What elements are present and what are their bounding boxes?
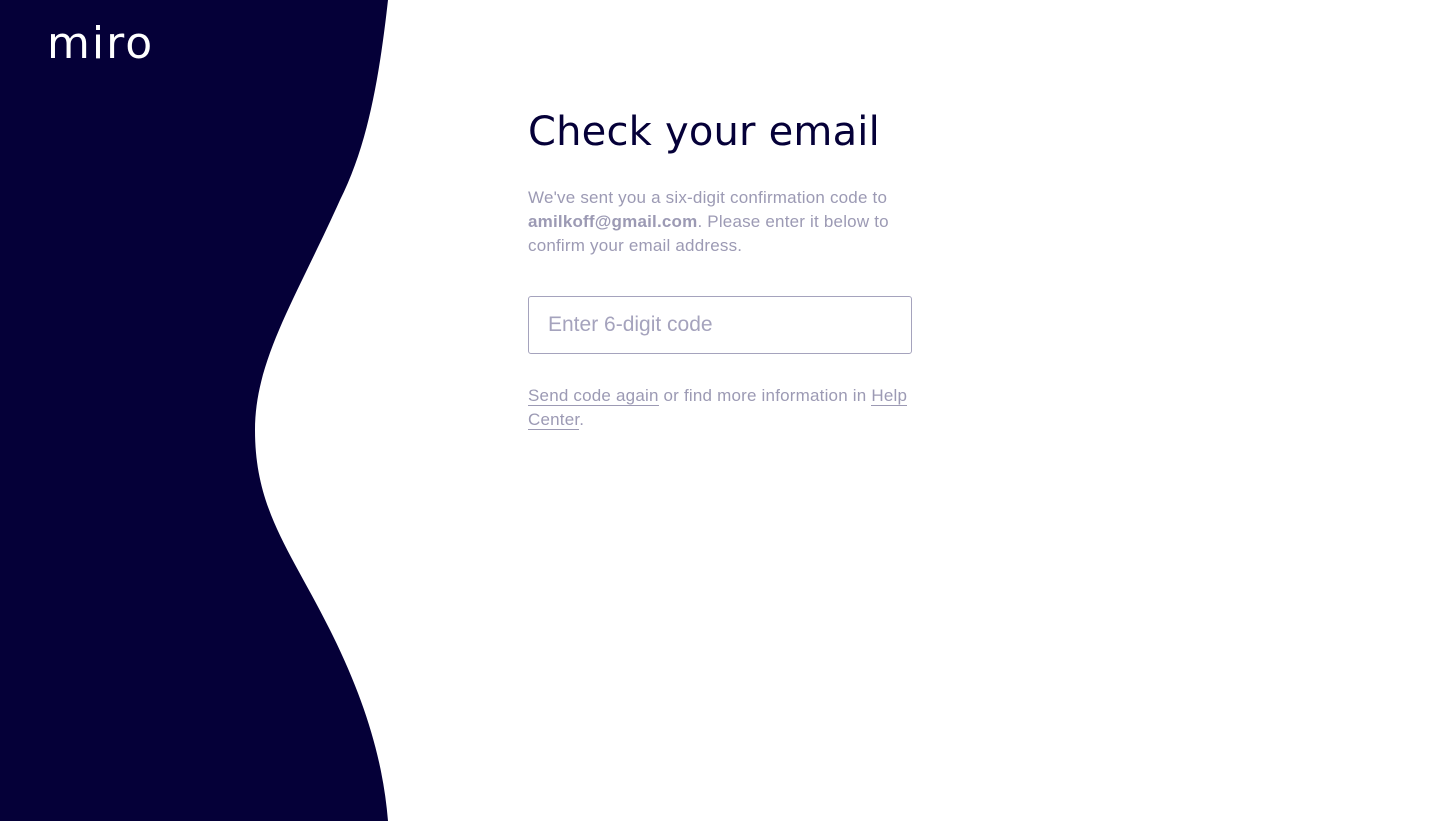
- confirmation-form: Check your email We've sent you a six-di…: [528, 108, 912, 432]
- help-text: Send code again or find more information…: [528, 384, 912, 432]
- email-address: amilkoff@gmail.com: [528, 212, 698, 231]
- instructions-prefix: We've sent you a six-digit confirmation …: [528, 188, 888, 207]
- instructions-text: We've sent you a six-digit confirmation …: [528, 186, 912, 258]
- code-input[interactable]: [528, 296, 912, 354]
- decorative-side-panel: [0, 0, 388, 821]
- help-middle-text: or find more information in: [658, 386, 872, 405]
- confirmation-page: miro Check your email We've sent you a s…: [0, 0, 1440, 821]
- send-code-again-link[interactable]: Send code again: [528, 386, 659, 406]
- help-end-text: .: [579, 410, 585, 429]
- miro-logo: miro: [47, 18, 155, 69]
- page-title: Check your email: [528, 109, 880, 155]
